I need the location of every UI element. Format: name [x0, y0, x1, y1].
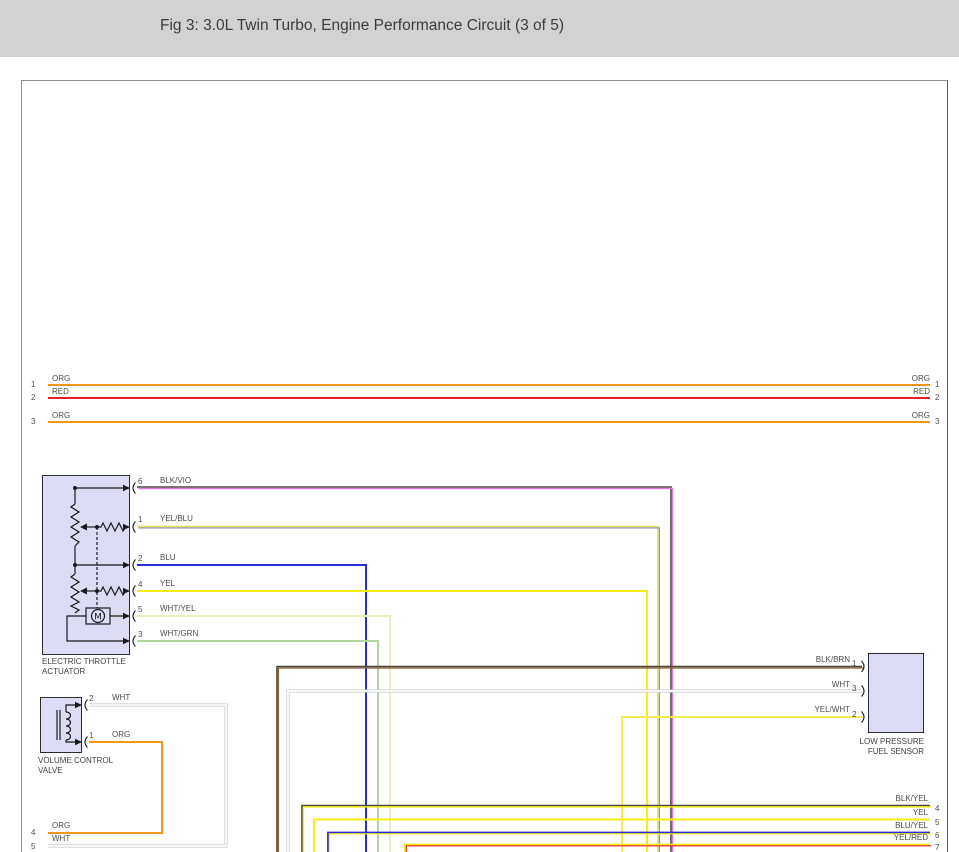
- wire-label: ORG: [870, 411, 930, 420]
- wiring-diagram-viewer: Fig 3: 3.0L Twin Turbo, Engine Performan…: [0, 0, 959, 852]
- pin-number: 1: [89, 731, 93, 740]
- pin-number: 3: [138, 630, 142, 639]
- wire-label: ORG: [52, 821, 70, 830]
- wire-label: RED: [52, 387, 69, 396]
- wire-label: BLK/YEL: [856, 794, 928, 803]
- wire-label: YEL/RED: [856, 833, 928, 842]
- pin-number: 4: [31, 828, 35, 837]
- pin-number: 3: [31, 417, 35, 426]
- wire-label: BLU: [160, 553, 176, 562]
- pin-number: 5: [31, 842, 35, 851]
- wire-label: BLK/VIO: [160, 476, 191, 485]
- volume-control-valve-box: [40, 697, 82, 753]
- pin-number: 4: [935, 804, 939, 813]
- pin-number: 3: [935, 417, 939, 426]
- wire-label: WHT: [52, 834, 70, 843]
- low-pressure-fuel-sensor-box: [868, 653, 924, 733]
- component-label-volume-control-valve: VOLUME CONTROL VALVE: [38, 756, 113, 776]
- wire-label: BLU/YEL: [856, 821, 928, 830]
- component-label-low-pressure-fuel-sensor: LOW PRESSURE FUEL SENSOR: [810, 737, 924, 757]
- pin-number: 2: [935, 393, 939, 402]
- wire-label: ORG: [52, 411, 70, 420]
- wire-label: ORG: [112, 730, 130, 739]
- wire-label: ORG: [870, 374, 930, 383]
- pin-number: 2: [852, 710, 856, 719]
- pin-number: 1: [138, 515, 142, 524]
- pin-number: 3: [852, 684, 856, 693]
- pin-number: 1: [31, 380, 35, 389]
- wire-label: RED: [870, 387, 930, 396]
- pin-number: 1: [935, 380, 939, 389]
- pin-number: 5: [138, 605, 142, 614]
- pin-number: 4: [138, 580, 142, 589]
- diagram-border: [21, 80, 948, 852]
- pin-number: 2: [138, 554, 142, 563]
- pin-number: 7: [935, 843, 939, 852]
- pin-number: 1: [852, 659, 856, 668]
- page-title: Fig 3: 3.0L Twin Turbo, Engine Performan…: [160, 17, 564, 35]
- wire-label: YEL/BLU: [160, 514, 193, 523]
- wire-label: WHT/YEL: [160, 604, 196, 613]
- pin-number: 6: [138, 477, 142, 486]
- wire-label: YEL: [160, 579, 175, 588]
- pin-number: 5: [935, 818, 939, 827]
- title-bar: Fig 3: 3.0L Twin Turbo, Engine Performan…: [0, 0, 959, 57]
- pin-number: 2: [31, 393, 35, 402]
- wire-label: WHT: [112, 693, 130, 702]
- wire-label: YEL/WHT: [770, 705, 850, 714]
- electric-throttle-actuator-box: [42, 475, 130, 655]
- pin-number: 2: [89, 694, 93, 703]
- wire-label: BLK/BRN: [770, 655, 850, 664]
- wire-label: ORG: [52, 374, 70, 383]
- wire-label: WHT/GRN: [160, 629, 198, 638]
- pin-number: 6: [935, 831, 939, 840]
- wire-label: WHT: [770, 680, 850, 689]
- wire-label: YEL: [856, 808, 928, 817]
- component-label-electric-throttle-actuator: ELECTRIC THROTTLE ACTUATOR: [42, 657, 126, 677]
